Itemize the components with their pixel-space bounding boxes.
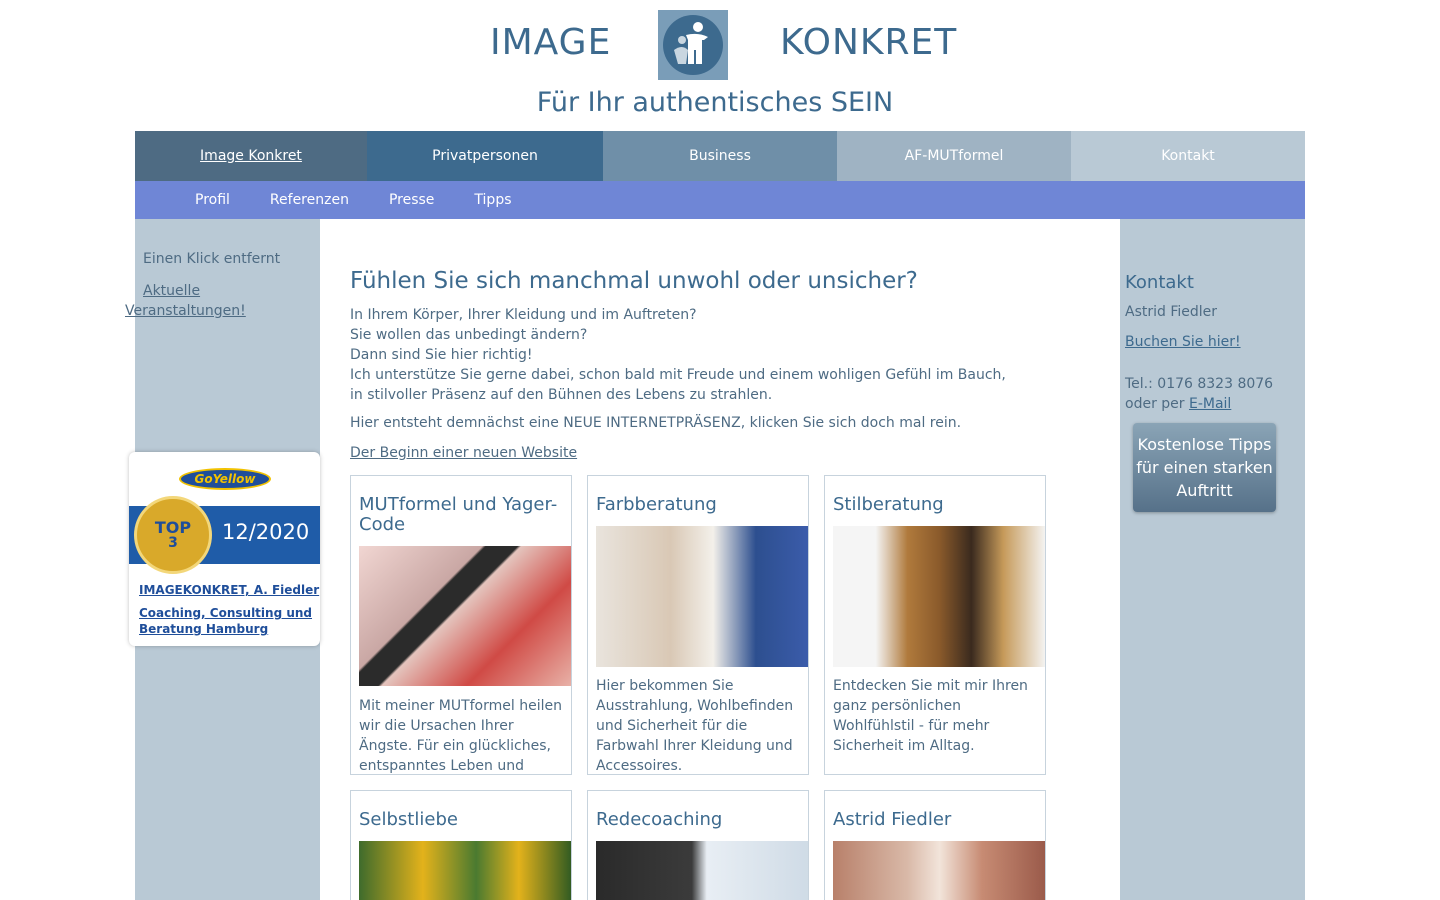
card-image [833,841,1045,900]
sidebar-teaser-text: Einen Klick entfernt [143,251,281,267]
card-image [833,526,1045,667]
intro-line: Dann sind Sie hier richtig! [350,347,533,363]
nav-item-af-mutformel[interactable]: AF-MUTformel [837,131,1071,181]
logo-icon[interactable] [658,10,728,80]
contact-email-line: oder per E-Mail [1125,394,1273,414]
booking-link[interactable]: Buchen Sie hier! [1125,334,1241,350]
nav-item-business[interactable]: Business [603,131,837,181]
sub-navigation: Profil Referenzen Presse Tipps [135,181,1305,219]
intro-line: in stilvoller Präsenz auf den Bühnen des… [350,387,773,403]
card-selbstliebe[interactable]: Selbstliebe [350,790,572,900]
right-sidebar [1120,219,1305,900]
card-title: Farbberatung [596,494,717,515]
contact-heading: Kontakt [1125,272,1194,293]
email-link[interactable]: E-Mail [1189,396,1231,412]
card-text: Entdecken Sie mit mir Ihren ganz persönl… [833,678,1028,754]
card-image [596,841,808,900]
intro-line: Sie wollen das unbedingt ändern? [350,327,588,343]
card-stilberatung[interactable]: Stilberatung Entdecken Sie mit mir Ihren… [824,475,1046,775]
nav-item-kontakt[interactable]: Kontakt [1071,131,1305,181]
events-link[interactable]: Aktuelle Veranstaltungen! [125,281,315,321]
card-title: Redecoaching [596,809,723,830]
main-navigation: Image Konkret Privatpersonen Business AF… [135,131,1305,181]
brand-name-right: KONKRET [780,22,958,63]
announcement-text: Hier entsteht demnächst eine NEUE INTERN… [350,415,962,431]
card-text: Mit meiner MUTformel heilen wir die Ursa… [359,698,562,774]
card-title: Stilberatung [833,494,944,515]
card-title: MUTformel und Yager-Code [359,494,558,535]
email-prefix: oder per [1125,396,1185,412]
new-website-link[interactable]: Der Beginn einer neuen Website [350,445,577,461]
badge-company-link[interactable]: IMAGEKONKRET, A. Fiedler [139,583,319,597]
page-headline: Fühlen Sie sich manchmal unwohl oder uns… [350,268,918,294]
badge-date: 12/2020 [222,520,310,544]
card-text: Hier bekommen Sie Ausstrahlung, Wohlbefi… [596,678,794,774]
card-farbberatung[interactable]: Farbberatung Hier bekommen Sie Ausstrahl… [587,475,809,775]
intro-text: In Ihrem Körper, Ihrer Kleidung und im A… [350,305,1030,405]
medal-top-label: TOP [154,518,192,537]
contact-phone: Tel.: 0176 8323 8076 [1125,376,1274,392]
tagline: Für Ihr authentisches SEIN [536,87,894,118]
contact-name: Astrid Fiedler [1125,304,1218,320]
card-redecoaching[interactable]: Redecoaching [587,790,809,900]
intro-line: Ich unterstütze Sie gerne dabei, schon b… [350,367,1006,383]
card-astrid-fiedler[interactable]: Astrid Fiedler [824,790,1046,900]
card-image [359,546,571,686]
subnav-item-presse[interactable]: Presse [369,181,454,219]
goyellow-badge[interactable]: GoYellow TOP 3 12/2020 IMAGEKONKRET, A. … [129,452,320,646]
subnav-item-profil[interactable]: Profil [175,181,250,219]
badge-category-link[interactable]: Coaching, Consulting und Beratung Hambur… [139,605,319,637]
intro-line: In Ihrem Körper, Ihrer Kleidung und im A… [350,307,697,323]
card-image [359,841,571,900]
top3-medal-icon: TOP 3 [134,496,212,574]
card-mutformel[interactable]: MUTformel und Yager-Code Mit meiner MUTf… [350,475,572,775]
subnav-item-tipps[interactable]: Tipps [454,181,531,219]
free-tips-button[interactable]: Kostenlose Tipps für einen starken Auftr… [1133,423,1276,512]
card-title: Astrid Fiedler [833,809,952,830]
goyellow-logo: GoYellow [179,468,271,490]
contact-details: Tel.: 0176 8323 8076 oder per E-Mail [1125,374,1273,414]
brand-name-left: IMAGE [490,22,612,63]
medal-rank: 3 [168,535,178,551]
nav-item-privatpersonen[interactable]: Privatpersonen [367,131,603,181]
nav-item-image-konkret[interactable]: Image Konkret [135,131,367,181]
card-image [596,526,808,667]
subnav-item-referenzen[interactable]: Referenzen [250,181,369,219]
site-header: IMAGE KONKRET Für Ihr authentisches SEIN [0,0,1440,131]
card-title: Selbstliebe [359,809,458,830]
